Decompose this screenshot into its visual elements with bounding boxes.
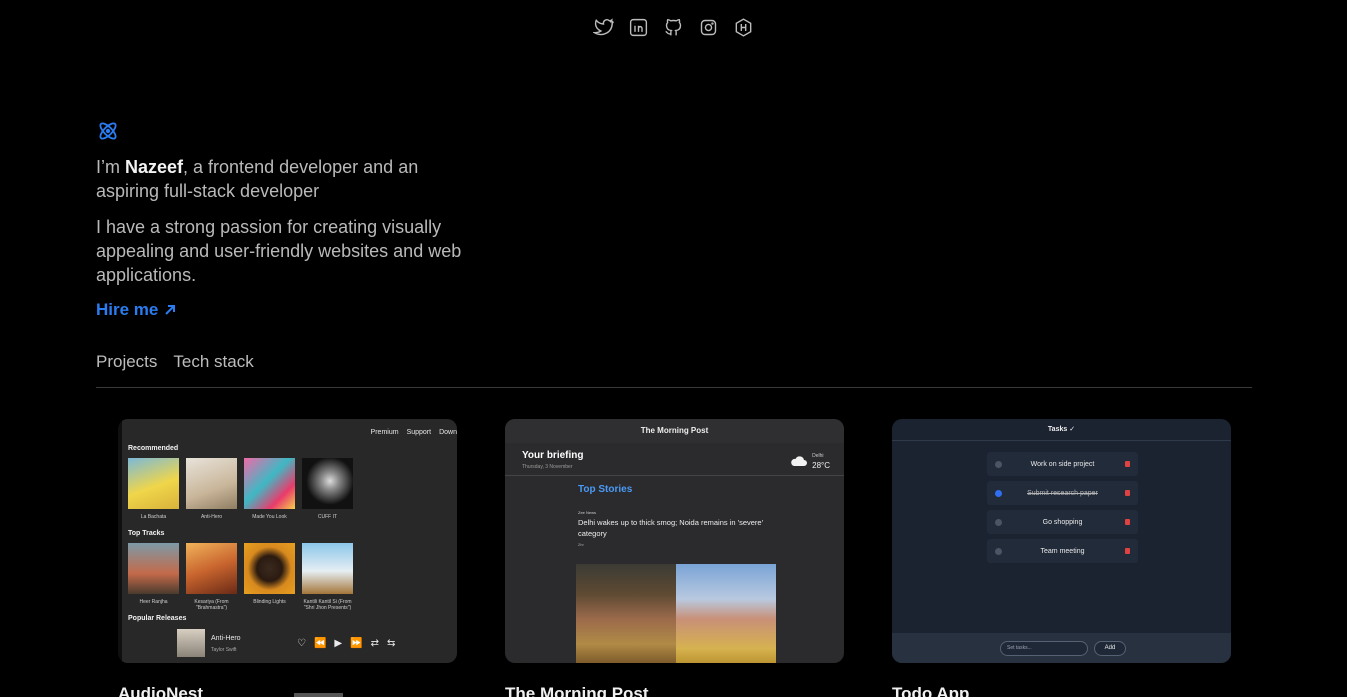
story-source: Zee News: [578, 510, 597, 515]
hire-me-link[interactable]: Hire me: [96, 300, 176, 320]
track-tile: Blinding Lights: [244, 543, 295, 611]
story-photo-left: [576, 564, 676, 663]
todo-header: Tasks ✓: [892, 419, 1231, 441]
weather-widget: Delhi 28°C: [790, 452, 830, 470]
tab-tech-stack[interactable]: Tech stack: [173, 352, 253, 372]
task-checkbox: [995, 489, 1002, 497]
album-tile: CUFF IT: [302, 458, 353, 520]
heart-icon: ♡: [297, 638, 306, 649]
track-tile: Kantili Kantil Si (From "Shri Jhon Prese…: [302, 543, 353, 611]
task-item: Work on side project: [987, 452, 1138, 476]
album-tile: Anti-Hero: [186, 458, 237, 520]
linkedin-icon[interactable]: [628, 17, 649, 38]
project-card-morning-post[interactable]: The Morning Post Your briefing Thursday,…: [505, 419, 844, 663]
story-time: 2hr: [578, 542, 584, 547]
album-tile: La Bachata: [128, 458, 179, 520]
task-text: Submit research paper: [1027, 489, 1098, 497]
track-tile: Kesariya (From "Brahmastra"): [186, 543, 237, 611]
recommended-row: La Bachata Anti-Hero Made You Look CUFF …: [128, 458, 353, 520]
project-title-morning-post[interactable]: The Morning Post: [505, 684, 649, 697]
divider: [505, 475, 844, 476]
shuffle-icon: ⇆: [386, 638, 396, 649]
top-stories-heading: Top Stories: [578, 484, 633, 495]
repeat-icon: ⇄: [370, 638, 379, 649]
passion-text: I have a strong passion for creating vis…: [96, 217, 462, 285]
tab-projects[interactable]: Projects: [96, 352, 157, 372]
now-playing-art: [177, 629, 205, 657]
task-item: Go shopping: [987, 510, 1138, 534]
popular-releases-heading: Popular Releases: [128, 615, 187, 622]
hashnode-icon[interactable]: [733, 17, 754, 38]
story-photo: [576, 564, 776, 663]
now-playing-track: Anti-Hero: [211, 635, 241, 642]
task-checkbox: [995, 547, 1002, 555]
github-icon[interactable]: [663, 17, 684, 38]
play-icon: ▶: [334, 638, 343, 649]
task-item: Team meeting: [987, 539, 1138, 563]
trash-icon: [1125, 548, 1130, 554]
instagram-icon[interactable]: [698, 17, 719, 38]
project-card-todo[interactable]: Tasks ✓ Work on side project Submit rese…: [892, 419, 1231, 663]
divider: [96, 387, 1252, 388]
task-text: Go shopping: [1042, 518, 1083, 526]
fast-forward-icon: ⏩: [350, 638, 363, 649]
weather-temp: 28°C: [812, 461, 830, 470]
task-item: Submit research paper: [987, 481, 1138, 505]
audionest-screenshot: Premium Support Down Recommended La Bach…: [122, 419, 457, 663]
rewind-icon: ⏪: [313, 638, 327, 649]
cloud-icon: [791, 456, 808, 466]
trash-icon: [1125, 490, 1130, 496]
task-text: Work on side project: [1030, 460, 1095, 468]
project-title-audionest[interactable]: AudioNest: [118, 684, 203, 697]
social-links: [593, 17, 754, 38]
intro-text: I’m Nazeef, a frontend developer and an …: [96, 157, 419, 201]
briefing-title: Your briefing: [522, 450, 584, 461]
add-task-button: Add: [1094, 641, 1126, 656]
top-tracks-row: Heer Ranjha Kesariya (From "Brahmastra")…: [128, 543, 353, 611]
weather-city: Delhi: [812, 453, 824, 459]
project-card-audionest[interactable]: Premium Support Down Recommended La Bach…: [118, 419, 457, 663]
task-text: Team meeting: [1040, 547, 1085, 555]
task-checkbox: [995, 460, 1002, 468]
track-tile: Heer Ranjha: [128, 543, 179, 611]
morning-post-header: The Morning Post: [505, 419, 844, 443]
atom-logo-icon: [96, 119, 120, 143]
album-tile: Made You Look: [244, 458, 295, 520]
section-tabs: Projects Tech stack: [96, 352, 254, 372]
now-playing-artist: Taylor Swift: [211, 647, 237, 653]
project-title-todo[interactable]: Todo App: [892, 684, 969, 697]
arrow-up-right-icon: [165, 305, 176, 315]
task-checkbox: [995, 518, 1002, 526]
horizontal-scrollbar[interactable]: [294, 693, 343, 697]
top-tracks-heading: Top Tracks: [128, 530, 165, 537]
now-playing: Anti-Hero Taylor Swift: [177, 629, 241, 657]
task-input: Set tasks...: [1000, 641, 1088, 656]
story-photo-right: [676, 564, 776, 663]
player-controls: ♡ ⏪ ▶ ⏩ ⇄ ⇆: [297, 638, 395, 649]
trash-icon: [1125, 461, 1130, 467]
author-name: Nazeef: [125, 157, 184, 177]
story-headline: Delhi wakes up to thick smog; Noida rema…: [578, 518, 764, 538]
recommended-heading: Recommended: [128, 445, 179, 452]
audionest-nav: Premium Support Down: [370, 429, 457, 436]
trash-icon: [1125, 519, 1130, 525]
twitter-icon[interactable]: [593, 17, 614, 38]
briefing-date: Thursday, 3 November: [522, 464, 573, 470]
